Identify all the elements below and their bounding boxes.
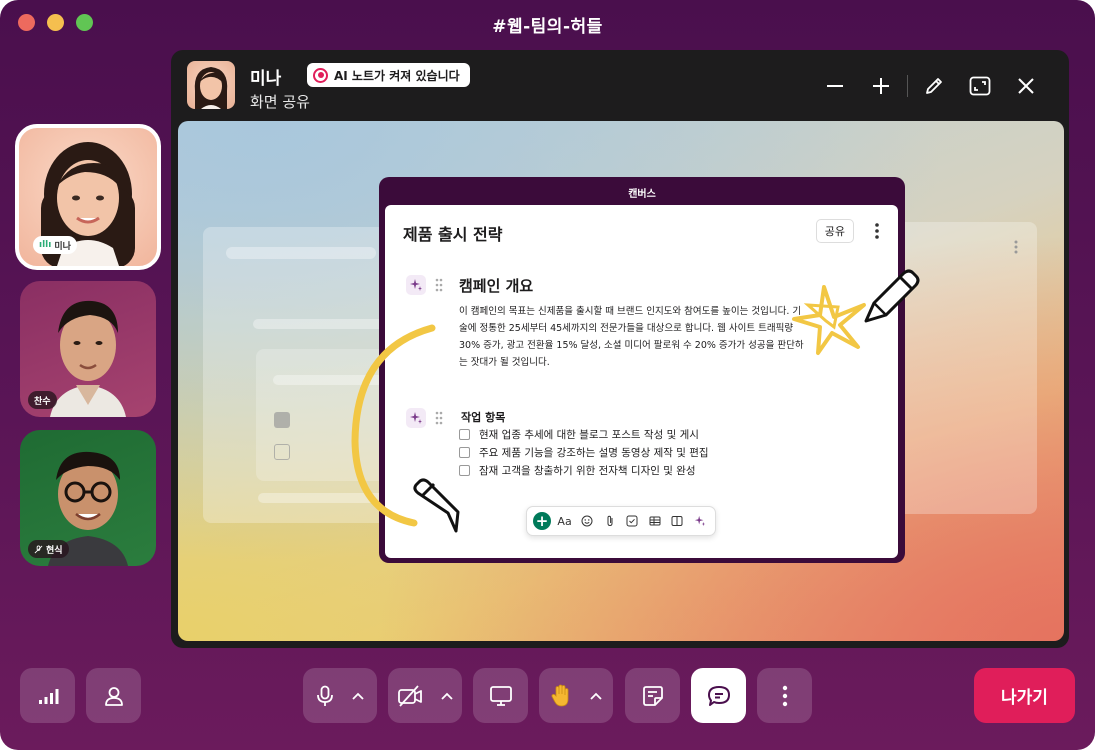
insert-button[interactable]: + [533, 512, 551, 530]
section-heading: 캠페인 개요 [459, 277, 534, 295]
chevron-up-icon[interactable] [590, 692, 602, 700]
background-line [273, 375, 383, 385]
person-icon [104, 686, 123, 706]
canvas-document[interactable]: 제품 출시 전략 공유 캠페인 개요 이 캠페인의 목표는 신제품을 출시할 때… [385, 205, 898, 558]
task-item: 주요 제품 기능을 강조하는 설명 동영상 제작 및 편집 [459, 445, 709, 460]
mic-off-icon [34, 544, 43, 553]
sparkle-icon [410, 412, 422, 424]
drag-handle-icon[interactable] [435, 411, 443, 425]
participant-tile-mina[interactable]: ıllı 미나 [15, 124, 161, 270]
emoji-icon [581, 515, 593, 527]
ai-assist-button[interactable] [406, 408, 426, 428]
canvas-label: 캔버스 [628, 189, 656, 200]
fullscreen-button[interactable] [957, 72, 1003, 100]
canvas-title: 제품 출시 전략 [403, 225, 503, 244]
background-window [893, 222, 1037, 514]
audio-wave-icon: ıllı [39, 240, 52, 250]
participant-tile-hyunsik[interactable]: 현식 [20, 430, 156, 566]
task-checkbox[interactable] [459, 447, 470, 458]
leave-button[interactable]: 나가기 [974, 668, 1075, 723]
presenter-status: 화면 공유 [250, 93, 310, 111]
fullscreen-icon [969, 76, 991, 96]
table-icon [649, 516, 661, 526]
participant-name-tag: ıllı 미나 [33, 236, 77, 254]
chat-bubble-icon [707, 685, 730, 706]
canvas-window: 캔버스 제품 출시 전략 공유 캠페인 개요 이 캠페인의 목표는 신제품을 출… [379, 177, 905, 563]
chevron-up-icon[interactable] [441, 692, 453, 700]
background-line [258, 493, 388, 503]
section-heading: 작업 항목 [461, 411, 506, 424]
canvas-format-toolbar: + Aa [526, 506, 716, 536]
background-line [253, 319, 393, 329]
record-icon [313, 67, 328, 83]
background-checkbox [274, 444, 290, 460]
raise-hand-icon [551, 684, 569, 706]
participant-tile-chansu[interactable]: 찬수 [20, 281, 156, 417]
chevron-up-icon[interactable] [352, 692, 364, 700]
pencil-icon [926, 78, 942, 94]
close-icon [1018, 78, 1034, 94]
video-off-icon [398, 684, 422, 707]
huddle-window: #웹-팀의-허들 ıllı 미나 찬수 현식 미나 AI 노트가 켜져 있습니다… [0, 0, 1095, 750]
task-checkbox[interactable] [459, 465, 470, 476]
table-button[interactable] [646, 512, 664, 530]
screen-share-stage: 미나 AI 노트가 켜져 있습니다 화면 공유 캔버스 제품 출시 전략 공유 … [171, 50, 1069, 648]
microphone-button[interactable] [303, 668, 377, 723]
participants-button[interactable] [86, 668, 141, 723]
shared-screen: 캔버스 제품 출시 전략 공유 캠페인 개요 이 캠페인의 목표는 신제품을 출… [178, 121, 1064, 641]
draw-button[interactable] [911, 72, 957, 100]
participant-name-tag: 찬수 [28, 391, 57, 409]
attach-button[interactable] [601, 512, 619, 530]
more-icon [782, 685, 787, 706]
huddle-chat-button[interactable] [691, 668, 746, 723]
columns-button[interactable] [668, 512, 686, 530]
background-line [226, 247, 376, 259]
window-title: #웹-팀의-허들 [492, 17, 603, 37]
ai-notes-badge[interactable]: AI 노트가 켜져 있습니다 [307, 63, 470, 87]
emoji-button[interactable] [578, 512, 596, 530]
minimize-icon [827, 85, 843, 87]
stage-header: 미나 AI 노트가 켜져 있습니다 화면 공유 [171, 50, 1069, 120]
mic-icon [317, 685, 333, 706]
canvas-note-icon [642, 685, 663, 706]
screen-share-button[interactable] [473, 668, 528, 723]
participant-name-tag: 현식 [28, 540, 69, 558]
more-actions-button[interactable] [757, 668, 812, 723]
more-icon [1014, 239, 1018, 254]
text-style-button[interactable]: Aa [556, 512, 574, 530]
campaign-description: 이 캠페인의 목표는 신제품을 출시할 때 브랜드 인지도와 참여도를 높이는 … [459, 306, 804, 368]
stage-toolbar [812, 72, 1049, 100]
zoom-in-button[interactable] [858, 72, 904, 100]
close-stage-button[interactable] [1003, 72, 1049, 100]
presenter-avatar [187, 61, 235, 109]
columns-icon [671, 516, 683, 526]
background-checkbox [274, 412, 290, 428]
toolbar-divider [907, 75, 908, 97]
presenter-name: 미나 [250, 69, 282, 89]
task-checkbox[interactable] [459, 429, 470, 440]
checklist-button[interactable] [623, 512, 641, 530]
zoom-in-icon [873, 78, 889, 94]
connection-quality-button[interactable] [20, 668, 75, 723]
canvas-notes-button[interactable] [625, 668, 680, 723]
paperclip-icon [607, 515, 613, 527]
more-icon [875, 223, 879, 239]
drag-handle-icon[interactable] [435, 278, 443, 292]
zoom-out-button[interactable] [812, 72, 858, 100]
share-button[interactable]: 공유 [815, 219, 854, 243]
checkbox-icon [626, 515, 638, 527]
camera-button[interactable] [388, 668, 462, 723]
raise-hand-button[interactable] [539, 668, 613, 723]
sparkle-icon [694, 515, 706, 527]
signal-icon [38, 688, 58, 704]
task-item: 잠재 고객을 창출하기 위한 전자책 디자인 및 완성 [459, 463, 696, 478]
ai-toolbar-button[interactable] [691, 512, 709, 530]
ai-assist-button[interactable] [406, 275, 426, 295]
sparkle-icon [410, 279, 422, 291]
screen-share-icon [489, 685, 512, 706]
more-options-button[interactable] [874, 221, 880, 241]
task-item: 현재 업종 추세에 대한 블로그 포스트 작성 및 게시 [459, 427, 699, 442]
